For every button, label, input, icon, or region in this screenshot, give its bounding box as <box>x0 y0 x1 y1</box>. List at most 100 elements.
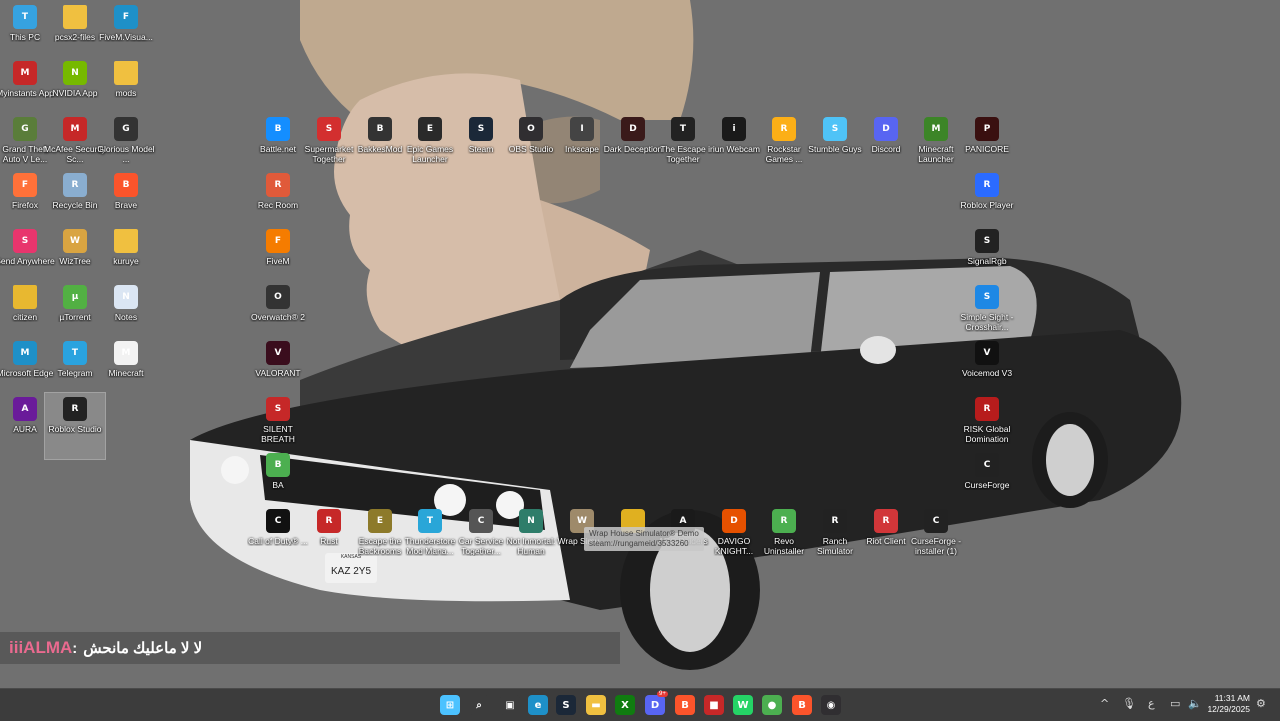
discord-notification-badge: 9+ <box>657 691 668 697</box>
monitor-icon: T <box>13 5 37 29</box>
aura-icon: A <box>13 397 37 421</box>
game-taskbar-icon[interactable]: ■ <box>704 695 724 715</box>
roblox-icon: R <box>975 173 999 197</box>
steam-icon: S <box>469 117 493 141</box>
desktop-shortcut[interactable]: M Minecraft <box>96 337 156 393</box>
edge-icon: F <box>114 5 138 29</box>
edge-taskbar-icon[interactable]: e <box>528 695 548 715</box>
volume-icon[interactable]: 🔈 <box>1188 697 1202 710</box>
desktop-shortcut[interactable]: G Glorious Model ... <box>96 113 156 169</box>
curseforge-icon: C <box>924 509 948 533</box>
discord-taskbar-icon[interactable]: D <box>645 695 665 715</box>
desktop-shortcut[interactable]: V VALORANT <box>248 337 308 393</box>
network-icon[interactable]: ▭ <box>1170 697 1180 710</box>
gta-icon: G <box>13 117 37 141</box>
shortcut-label: Roblox Player <box>960 200 1014 210</box>
edge-icon: M <box>13 341 37 365</box>
desktop-shortcut[interactable]: P PANICORE <box>957 113 1017 169</box>
taskbar: ⊞ ⌕ ▣ e S ▬ X D 9+ B ■ W ● B ◉ ^ 🎙 ع ▭ 🔈 11:31 AM 12/2… <box>0 688 1280 721</box>
firefox-icon: F <box>13 173 37 197</box>
iriun-icon: i <box>722 117 746 141</box>
system-clock[interactable]: 11:31 AM 12/29/2025 <box>1207 693 1250 715</box>
glorious-icon: G <box>114 117 138 141</box>
dark-deception-icon: D <box>621 117 645 141</box>
task-view-icon[interactable]: ▣ <box>500 695 520 715</box>
shortcut-label: Rec Room <box>257 200 299 210</box>
input-language[interactable]: ع <box>1148 697 1155 710</box>
chrome-taskbar-icon[interactable]: ● <box>762 695 782 715</box>
riot-icon: R <box>874 509 898 533</box>
davigo-icon: D <box>722 509 746 533</box>
folder-icon <box>63 5 87 29</box>
crosshair-icon: S <box>975 285 999 309</box>
escape-together-icon: T <box>671 117 695 141</box>
steam-taskbar-icon[interactable]: S <box>556 695 576 715</box>
obs-taskbar-icon[interactable]: ◉ <box>821 695 841 715</box>
shortcut-label: BA <box>272 480 284 490</box>
valorant-icon: V <box>266 341 290 365</box>
desktop-shortcut[interactable]: kuruye <box>96 225 156 281</box>
obs-icon: O <box>519 117 543 141</box>
not-inmortal-icon: N <box>519 509 543 533</box>
start-button-icon[interactable]: ⊞ <box>440 695 460 715</box>
brave-taskbar-icon-2[interactable]: B <box>792 695 812 715</box>
desktop-shortcut[interactable]: S Simple Sight - Crosshair... <box>957 281 1017 337</box>
utorrent-icon: µ <box>63 285 87 309</box>
desktop-shortcut[interactable]: R Roblox Player <box>957 169 1017 225</box>
thunderstore-icon: T <box>418 509 442 533</box>
shortcut-label: Minecraft <box>108 368 144 378</box>
shortcut-label: CurseForge - installer (1) <box>910 536 962 556</box>
discord-icon: D <box>874 117 898 141</box>
supermarket-icon: S <box>317 117 341 141</box>
desktop-wallpaper: KANSAS KAZ 2Y5 <box>0 0 1280 688</box>
roblox-studio-icon: R <box>63 397 87 421</box>
tooltip-title: Wrap House Simulator® Demo <box>589 529 699 538</box>
revo-icon: R <box>772 509 796 533</box>
whatsapp-icon[interactable]: W <box>733 695 753 715</box>
shortcut-label: SILENT BREATH <box>261 424 295 444</box>
shortcut-label: Glorious Model ... <box>97 144 155 164</box>
desktop-shortcut[interactable]: B Brave <box>96 169 156 225</box>
shortcut-label: PANICORE <box>965 144 1009 154</box>
folder-icon <box>114 61 138 85</box>
desktop-shortcut[interactable]: F FiveM <box>248 225 308 281</box>
shortcut-tooltip: Wrap House Simulator® Demo steam://runga… <box>584 527 704 551</box>
show-hidden-icons-chevron[interactable]: ^ <box>1100 697 1109 710</box>
desktop-shortcut[interactable]: N Notes <box>96 281 156 337</box>
desktop-shortcut[interactable]: mods <box>96 57 156 113</box>
desktop-shortcut[interactable]: F FiveM.Visua... <box>96 1 156 57</box>
desktop-shortcut[interactable]: S SILENT BREATH <box>248 393 308 449</box>
stumble-guys-icon: S <box>823 117 847 141</box>
desktop-shortcut[interactable]: B BA <box>248 449 308 505</box>
shortcut-label: kuruye <box>113 256 139 266</box>
file-explorer-icon[interactable]: ▬ <box>586 695 606 715</box>
chat-separator: : <box>72 639 78 657</box>
notification-icon[interactable]: ⚙ <box>1256 697 1266 710</box>
shortcut-label: FiveM <box>266 256 290 266</box>
mcafee-icon: M <box>63 117 87 141</box>
chat-username: iiiALMA <box>9 638 73 657</box>
car-service-icon: C <box>469 509 493 533</box>
microphone-icon[interactable]: 🎙 <box>1122 697 1136 710</box>
chrome-icon: B <box>266 453 290 477</box>
shortcut-label: Notes <box>114 312 138 322</box>
brave-taskbar-icon[interactable]: B <box>675 695 695 715</box>
chat-overlay: iiiALMA : لا لا ماعليك مانحش <box>0 632 620 664</box>
file-icon: M <box>114 341 138 365</box>
fivem-icon: F <box>266 229 290 253</box>
rec-room-icon: R <box>266 173 290 197</box>
desktop-shortcut[interactable]: S SignalRgb <box>957 225 1017 281</box>
desktop-shortcut[interactable]: R Roblox Studio <box>44 392 106 460</box>
shortcut-label: VALORANT <box>255 368 301 378</box>
desktop-shortcut[interactable]: C CurseForge <box>957 449 1017 505</box>
telegram-icon: T <box>63 341 87 365</box>
search-icon[interactable]: ⌕ <box>469 695 489 715</box>
desktop-shortcut[interactable]: R RISK Global Domination <box>957 393 1017 449</box>
xbox-icon[interactable]: X <box>615 695 635 715</box>
desktop-shortcut[interactable]: O Overwatch® 2 <box>248 281 308 337</box>
rockstar-icon: R <box>772 117 796 141</box>
silent-breath-icon: S <box>266 397 290 421</box>
desktop-shortcut[interactable]: R Rec Room <box>248 169 308 225</box>
desktop-shortcut[interactable]: C CurseForge - installer (1) <box>906 505 966 561</box>
desktop-shortcut[interactable]: V Voicemod V3 <box>957 337 1017 393</box>
